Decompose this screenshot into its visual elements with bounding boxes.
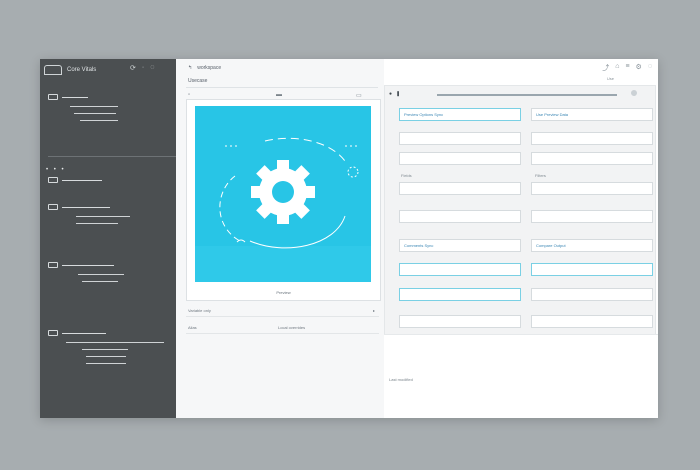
input-field[interactable] <box>399 263 521 276</box>
footer-status: Last modified <box>389 377 413 382</box>
slider-knob[interactable] <box>631 90 637 96</box>
pane-subtitle: Usecase <box>188 78 208 84</box>
input-field[interactable] <box>399 132 521 145</box>
input-field[interactable] <box>531 315 653 328</box>
help-icon[interactable]: ◌ <box>150 64 154 72</box>
input-field[interactable] <box>531 182 653 195</box>
resize-icon[interactable]: ▫ <box>188 92 190 98</box>
app-logo-icon <box>44 65 62 75</box>
sidebar-group-header[interactable] <box>48 262 128 268</box>
sidebar-item[interactable] <box>86 363 126 364</box>
share-icon[interactable]: ⤴ <box>602 63 609 73</box>
properties-pane: ⤴ ⌂ ≡ ⚙ ◌ Use ● ❚ Preview Options Sync U… <box>384 59 658 418</box>
gear-illustration <box>195 137 371 282</box>
sidebar-group-header[interactable] <box>48 204 128 210</box>
alias-field-value: Local overrides <box>278 325 306 330</box>
pause-icon[interactable]: ❚ <box>396 91 400 97</box>
sidebar: Core Vitals ⟳ · ◌ • • • <box>40 59 176 418</box>
input-field[interactable] <box>531 263 653 276</box>
fields-label: Fields <box>401 173 412 178</box>
pane-divider <box>186 87 378 88</box>
chevron-icon[interactable]: ▸ <box>373 308 375 313</box>
sidebar-item[interactable] <box>82 349 128 350</box>
folder-icon <box>48 330 58 336</box>
input-field[interactable] <box>399 182 521 195</box>
variable-field-label: Variable only <box>188 308 211 313</box>
alias-field-label: Alias <box>188 325 197 330</box>
gear-icon <box>251 160 315 224</box>
pane-header: ↰ workspace <box>188 65 221 71</box>
tag-icon[interactable]: ⌂ <box>615 63 619 73</box>
sidebar-group-header[interactable] <box>48 94 108 100</box>
sidebar-item[interactable] <box>66 342 164 343</box>
toolbar-handle[interactable]: ▬ <box>276 92 282 98</box>
help-icon[interactable]: ◌ <box>648 63 652 73</box>
input-field[interactable] <box>399 152 521 165</box>
sidebar-group-header[interactable] <box>48 177 128 183</box>
preview-image[interactable] <box>195 106 371 282</box>
progress-track[interactable] <box>437 94 617 96</box>
expand-icon[interactable]: ▭ <box>356 92 362 99</box>
sidebar-item[interactable] <box>76 216 130 217</box>
app-window: Core Vitals ⟳ · ◌ • • • ↰ workspace Usec… <box>40 59 658 418</box>
sidebar-dots: • • • <box>46 167 66 173</box>
sidebar-item[interactable] <box>80 120 118 121</box>
sidebar-item[interactable] <box>76 223 118 224</box>
top-subtitle: Use <box>606 76 614 81</box>
sidebar-group-4[interactable] <box>48 262 128 288</box>
preview-pane: ↰ workspace Usecase ▫ ▬ ▭ Preview Variab… <box>176 59 385 418</box>
input-field[interactable]: Compare Output <box>531 239 653 252</box>
variable-field[interactable]: Variable only ▸ <box>186 304 379 317</box>
sidebar-group-1[interactable] <box>48 94 118 127</box>
sidebar-item[interactable] <box>74 113 116 114</box>
form-panel: ● ❚ Preview Options Sync Use Preview Dat… <box>384 85 656 335</box>
input-field[interactable] <box>399 210 521 223</box>
input-field[interactable] <box>531 152 653 165</box>
list-icon[interactable]: ≡ <box>625 63 629 73</box>
input-field[interactable] <box>399 315 521 328</box>
sidebar-item[interactable] <box>70 106 118 107</box>
footer-divider <box>384 334 658 335</box>
form-toolbar: ● ❚ <box>389 91 400 97</box>
sidebar-item[interactable] <box>86 356 126 357</box>
folder-icon <box>48 204 58 210</box>
refresh-icon[interactable]: ⟳ <box>130 64 136 72</box>
folder-icon <box>48 262 58 268</box>
play-icon[interactable]: ● <box>389 91 392 97</box>
sidebar-item[interactable] <box>78 274 124 275</box>
folder-icon <box>48 177 58 183</box>
top-right-toolbar: ⤴ ⌂ ≡ ⚙ ◌ <box>602 63 652 73</box>
sidebar-group-2[interactable] <box>48 177 128 189</box>
gear-icon[interactable]: ⚙ <box>636 63 642 73</box>
sidebar-group-5[interactable] <box>48 330 176 370</box>
input-field[interactable] <box>531 210 653 223</box>
input-field[interactable] <box>399 288 521 301</box>
alias-field[interactable]: Alias Local overrides <box>186 321 379 334</box>
preview-caption: Preview <box>276 290 291 295</box>
input-field[interactable]: Comments Sync <box>399 239 521 252</box>
input-field[interactable] <box>531 132 653 145</box>
input-field[interactable]: Use Preview Data <box>531 108 653 121</box>
sidebar-title: Core Vitals <box>67 67 97 73</box>
folder-icon <box>48 94 58 100</box>
dot-icon[interactable]: · <box>142 64 144 72</box>
input-field[interactable] <box>531 288 653 301</box>
sidebar-top-icons: ⟳ · ◌ <box>130 64 154 72</box>
sidebar-divider <box>48 156 176 157</box>
back-icon[interactable]: ↰ <box>188 65 192 71</box>
sidebar-item[interactable] <box>82 281 118 282</box>
sidebar-group-header[interactable] <box>48 330 176 336</box>
input-field[interactable]: Preview Options Sync <box>399 108 521 121</box>
preview-card: Preview <box>186 99 381 301</box>
sidebar-logo: Core Vitals <box>44 65 96 75</box>
sidebar-group-3[interactable] <box>48 204 130 230</box>
filters-label: Filters <box>535 173 546 178</box>
pane-title: workspace <box>197 65 222 71</box>
